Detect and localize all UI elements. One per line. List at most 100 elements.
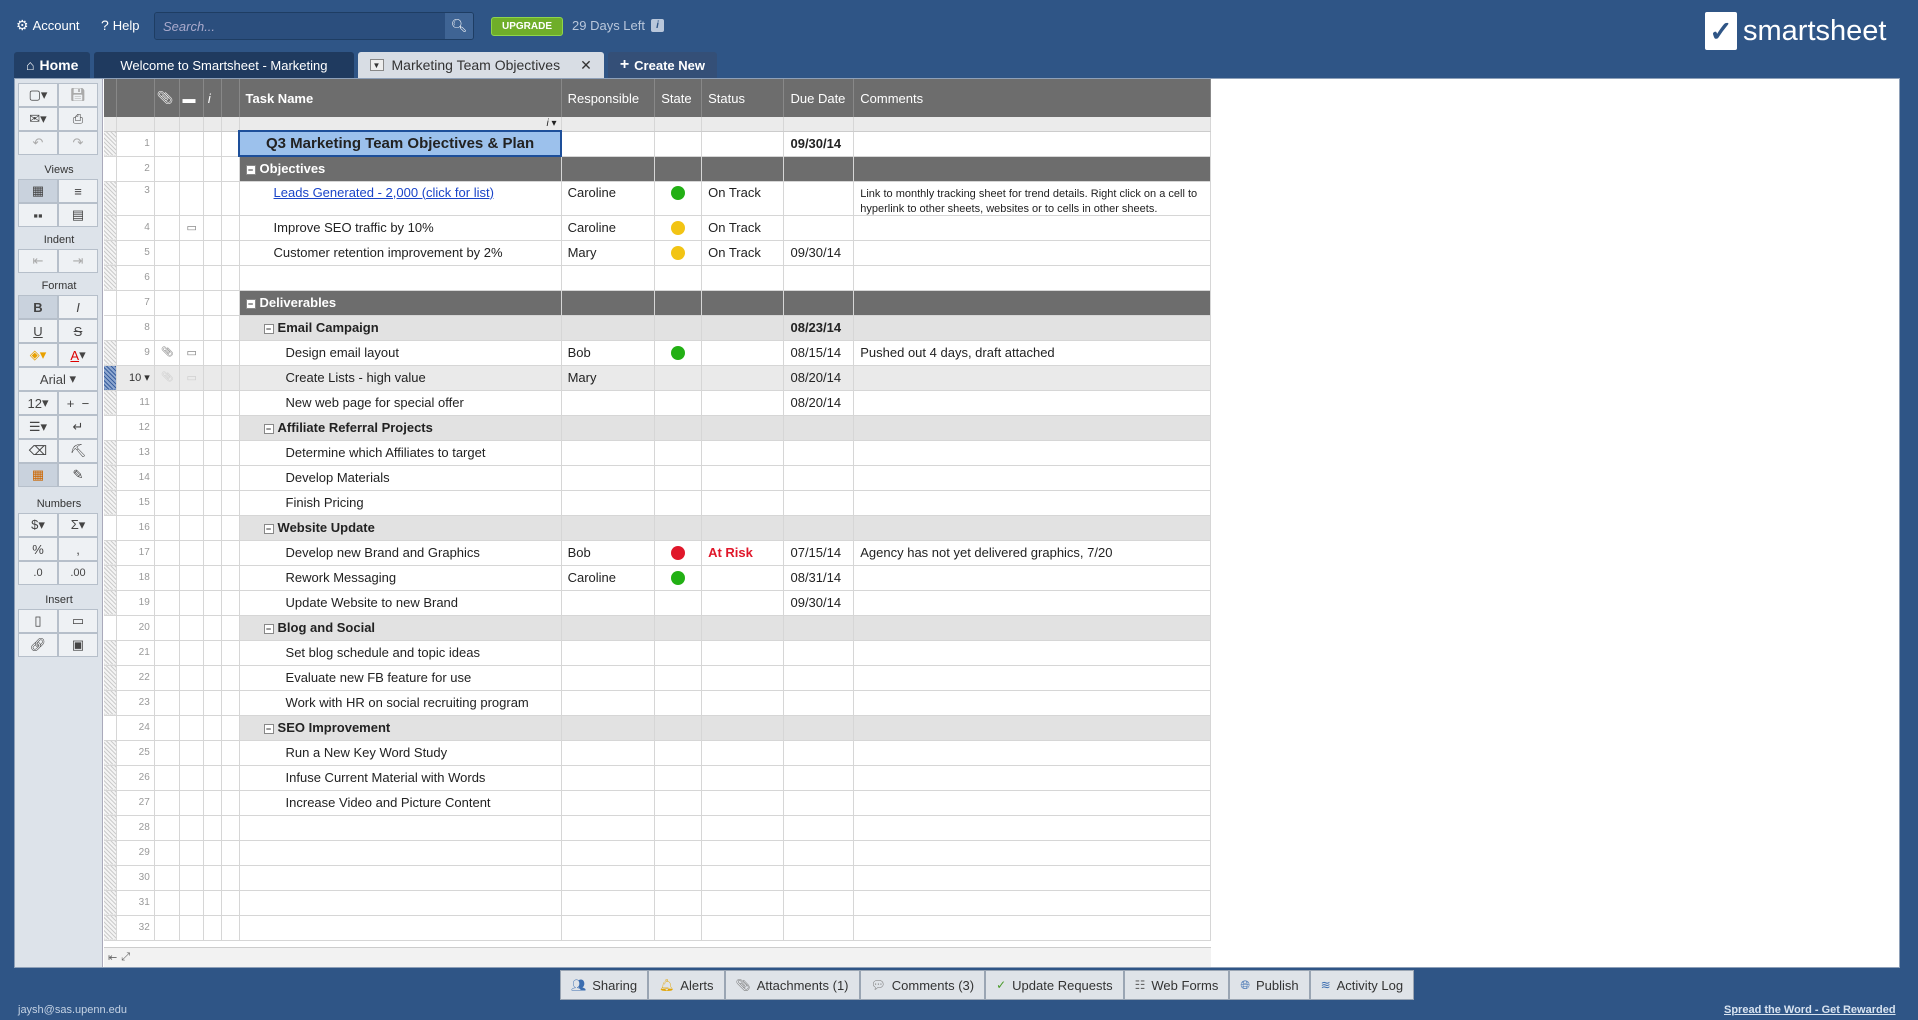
status-cell[interactable] [701,465,785,491]
responsible-cell[interactable] [561,865,656,891]
task-name-cell[interactable]: Q3 Marketing Team Objectives & Plan [238,130,563,157]
due-date-cell[interactable]: 08/31/14 [783,565,855,591]
comments-cell[interactable] [853,390,1211,416]
task-name-cell[interactable]: Customer retention improvement by 2% [239,240,562,266]
due-date-cell[interactable] [783,490,855,516]
state-cell[interactable] [654,340,703,366]
row-handle[interactable] [104,215,117,241]
due-date-cell[interactable] [783,790,855,816]
attachment-cell[interactable] [154,665,181,691]
comment-cell[interactable] [179,565,204,591]
table-row[interactable]: 12 − Affiliate Referral Projects [104,415,1211,441]
state-cell[interactable] [654,690,703,716]
due-date-cell[interactable] [783,765,855,791]
table-row[interactable]: 31 [104,890,1211,916]
format-painter-button[interactable]: ⛏︎ [58,439,98,463]
comment-cell[interactable] [179,790,204,816]
row-menu-icon[interactable]: ▾ [141,372,150,384]
row-handle[interactable] [104,365,117,391]
status-cell[interactable] [701,156,785,182]
state-cell[interactable] [654,790,703,816]
table-row[interactable]: 3 Leads Generated - 2,000 (click for list… [104,181,1211,216]
due-date-cell[interactable] [783,865,855,891]
collapse-toggle-icon[interactable]: − [263,523,274,534]
task-name-cell[interactable]: Develop new Brand and Graphics [239,540,562,566]
email-button[interactable]: ✉▾ [18,107,58,131]
comment-cell[interactable] [179,865,204,891]
due-date-cell[interactable]: 08/20/14 [783,365,855,391]
calendar-view-button[interactable]: ▤ [58,203,98,227]
comments-cell[interactable]: Agency has not yet delivered graphics, 7… [853,540,1211,566]
sum-button[interactable]: Σ▾ [58,513,98,537]
responsible-cell[interactable] [561,790,656,816]
table-row[interactable]: 8 − Email Campaign 08/23/14 [104,315,1211,341]
info-icon[interactable]: i [651,19,664,32]
comments-cell[interactable] [853,565,1211,591]
increase-decimal-button[interactable]: .00 [58,561,98,585]
row-handle[interactable] [104,265,117,291]
column-header-status[interactable]: Status [701,79,785,117]
table-row[interactable]: 6 [104,265,1211,291]
publish-tab[interactable]: 🌐︎ Publish [1229,970,1310,1000]
bold-button[interactable]: B [18,295,58,319]
column-header-due-date[interactable]: Due Date [783,79,855,117]
insert-image-button[interactable]: ▣ [58,633,98,657]
tab-marketing-objectives[interactable]: ▼ Marketing Team Objectives ✕ [357,52,604,78]
task-name-cell[interactable]: Evaluate new FB feature for use [239,665,562,691]
task-name-cell[interactable] [239,840,562,866]
task-name-cell[interactable]: − Deliverables [239,290,562,316]
attachment-cell[interactable] [154,715,181,741]
status-cell[interactable] [701,740,785,766]
new-sheet-button[interactable]: ▢▾ [18,83,58,107]
row-handle[interactable] [104,131,117,157]
attachment-cell[interactable] [154,390,181,416]
due-date-cell[interactable]: 09/30/14 [783,240,855,266]
font-size-select[interactable]: 12 ▾ [18,391,58,415]
row-handle[interactable] [104,690,117,716]
task-name-cell[interactable] [239,890,562,916]
insert-link-button[interactable]: 🔗︎ [18,633,58,657]
task-name-cell[interactable]: Set blog schedule and topic ideas [239,640,562,666]
collapse-toggle-icon[interactable]: − [263,723,274,734]
responsible-cell[interactable] [561,440,656,466]
task-name-cell[interactable] [239,915,562,941]
font-select[interactable]: Arial ▾ [18,367,98,391]
state-cell[interactable] [654,415,703,441]
column-options[interactable]: i ▾ [239,117,562,132]
comments-cell[interactable] [853,440,1211,466]
attachment-cell[interactable] [154,315,181,341]
due-date-cell[interactable] [783,156,855,182]
collapse-toggle-icon[interactable]: − [263,423,274,434]
due-date-cell[interactable]: 08/15/14 [783,340,855,366]
status-cell[interactable]: At Risk [701,540,785,566]
responsible-cell[interactable] [561,815,656,841]
outdent-button[interactable]: ⇤ [18,249,58,273]
attachment-cell[interactable] [154,790,181,816]
column-header-task-name[interactable]: Task Name [239,79,562,117]
state-cell[interactable] [654,365,703,391]
column-header-responsible[interactable]: Responsible [561,79,656,117]
table-row[interactable]: 7 − Deliverables [104,290,1211,316]
collapse-icon[interactable]: ⇤ [108,951,117,964]
gantt-view-button[interactable]: ≡ [58,179,98,203]
attachment-cell[interactable] [154,840,181,866]
task-name-cell[interactable]: − SEO Improvement [239,715,562,741]
task-name-cell[interactable]: Finish Pricing [239,490,562,516]
responsible-cell[interactable] [561,415,656,441]
comment-cell[interactable] [179,840,204,866]
activity-log-tab[interactable]: ≋ Activity Log [1309,970,1415,1000]
status-cell[interactable] [701,590,785,616]
comments-cell[interactable] [853,465,1211,491]
comment-cell[interactable] [179,765,204,791]
state-cell[interactable] [654,740,703,766]
task-name-cell[interactable]: Create Lists - high value [239,365,562,391]
state-cell[interactable] [654,565,703,591]
comments-cell[interactable] [853,590,1211,616]
row-handle[interactable] [104,915,117,941]
task-name-cell[interactable] [239,265,562,291]
table-row[interactable]: 21 Set blog schedule and topic ideas [104,640,1211,666]
status-cell[interactable]: On Track [701,240,785,266]
table-row[interactable]: 29 [104,840,1211,866]
table-row[interactable]: 20 − Blog and Social [104,615,1211,641]
status-cell[interactable] [701,565,785,591]
